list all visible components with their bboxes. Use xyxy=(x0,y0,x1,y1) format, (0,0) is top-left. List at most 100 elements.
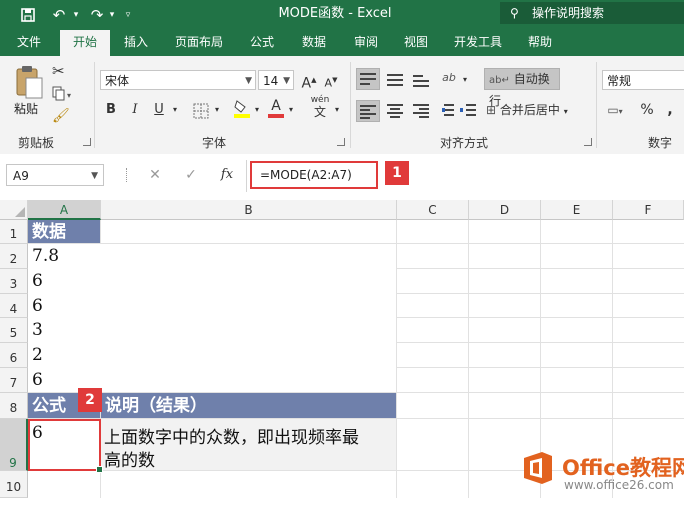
align-left-button[interactable] xyxy=(356,100,380,122)
active-cell-selection[interactable] xyxy=(28,419,103,473)
number-format-select[interactable]: 常规 xyxy=(602,70,684,90)
row-header-6[interactable]: 6 xyxy=(0,343,28,368)
formula-bar-grip[interactable] xyxy=(126,168,130,182)
row-header-8[interactable]: 8 xyxy=(0,393,28,419)
worksheet-grid[interactable]: A B C D E F 1 2 3 4 5 6 7 8 9 10 数据 7.8 … xyxy=(0,200,684,498)
cut-icon[interactable]: ✂ xyxy=(52,62,65,80)
tab-view[interactable]: 视图 xyxy=(394,30,438,56)
fill-color-dropdown-icon[interactable]: ▾ xyxy=(252,100,262,122)
clipboard-launcher-icon[interactable] xyxy=(83,138,91,146)
tab-formulas[interactable]: 公式 xyxy=(240,30,284,56)
enter-icon[interactable]: ✓ xyxy=(180,164,202,186)
copy-icon[interactable]: ▾ xyxy=(52,86,76,102)
name-box-value: A9 xyxy=(13,169,29,183)
underline-button[interactable]: U xyxy=(150,100,168,122)
fill-handle[interactable] xyxy=(96,466,103,473)
tab-file[interactable]: 文件 xyxy=(8,30,50,56)
phonetic-dropdown-icon[interactable]: ▾ xyxy=(332,100,342,122)
orientation-dropdown-icon[interactable]: ▾ xyxy=(460,70,470,92)
undo-icon[interactable]: ↶ xyxy=(48,0,70,30)
cell-a1[interactable]: 数据 xyxy=(28,220,100,243)
row-header-1[interactable]: 1 xyxy=(0,220,28,244)
tab-page-layout[interactable]: 页面布局 xyxy=(166,30,232,56)
paste-button[interactable] xyxy=(14,64,44,100)
tab-data[interactable]: 数据 xyxy=(292,30,336,56)
font-group-label: 字体 xyxy=(202,136,227,150)
decrease-indent-button[interactable] xyxy=(436,100,456,122)
column-header-f[interactable]: F xyxy=(613,200,684,220)
tab-insert[interactable]: 插入 xyxy=(114,30,158,56)
column-header-a[interactable]: A xyxy=(28,200,101,220)
paste-label[interactable]: 粘贴 xyxy=(14,100,38,117)
formula-input[interactable]: =MODE(A2:A7) xyxy=(250,161,378,189)
row-header-9[interactable]: 9 xyxy=(0,419,28,471)
format-painter-icon[interactable]: 🖌 xyxy=(52,108,70,124)
align-top-button[interactable] xyxy=(356,68,380,90)
redo-icon[interactable]: ↷ xyxy=(86,0,108,30)
cell-a2[interactable]: 7.8 xyxy=(32,246,59,266)
tell-me-search[interactable]: ⚲ 操作说明搜索 xyxy=(500,2,684,24)
tab-help[interactable]: 帮助 xyxy=(518,30,562,56)
align-center-button[interactable] xyxy=(384,100,408,122)
row-header-3[interactable]: 3 xyxy=(0,269,28,294)
row-header-2[interactable]: 2 xyxy=(0,244,28,269)
column-header-d[interactable]: D xyxy=(469,200,541,220)
shrink-font-button[interactable]: A▼ xyxy=(322,70,340,92)
accounting-icon: ▭ xyxy=(607,103,619,117)
accounting-format-button[interactable]: ▭▾ xyxy=(602,100,628,122)
wrap-text-button[interactable]: ab↵ 自动换行 xyxy=(484,68,560,108)
italic-button[interactable]: I xyxy=(126,100,144,122)
grow-font-button[interactable]: A▲ xyxy=(300,70,318,92)
font-color-dropdown-icon[interactable]: ▾ xyxy=(286,100,296,122)
font-color-button[interactable]: A xyxy=(266,98,286,120)
align-middle-button[interactable] xyxy=(384,68,408,90)
increase-indent-button[interactable] xyxy=(458,100,478,122)
bold-button[interactable]: B xyxy=(102,100,120,122)
cell-a5[interactable]: 3 xyxy=(32,320,43,340)
customize-toolbar-icon[interactable]: ▿ xyxy=(122,0,134,30)
font-launcher-icon[interactable] xyxy=(337,138,345,146)
phonetic-button[interactable]: wén 文 xyxy=(308,94,332,118)
select-all-corner[interactable] xyxy=(0,200,28,220)
align-right-button[interactable] xyxy=(410,100,434,122)
column-header-b[interactable]: B xyxy=(101,200,397,220)
cell-a4[interactable]: 6 xyxy=(32,296,43,316)
watermark-url: www.office26.com xyxy=(564,478,674,492)
cell-b8[interactable]: 说明（结果） xyxy=(101,393,396,418)
column-header-e[interactable]: E xyxy=(541,200,613,220)
cell-b9-line-2[interactable]: 高的数 xyxy=(104,446,155,471)
underline-dropdown-icon[interactable]: ▾ xyxy=(170,100,180,122)
tab-home[interactable]: 开始 xyxy=(60,30,110,56)
tab-developer[interactable]: 开发工具 xyxy=(446,30,510,56)
undo-dropdown-icon[interactable]: ▾ xyxy=(70,0,82,30)
borders-button[interactable] xyxy=(190,100,212,122)
align-bottom-icon xyxy=(413,71,431,87)
font-name-select[interactable]: 宋体 ▼ xyxy=(100,70,256,90)
cell-a6[interactable]: 2 xyxy=(32,345,43,365)
alignment-launcher-icon[interactable] xyxy=(584,138,592,146)
column-header-c[interactable]: C xyxy=(397,200,469,220)
align-middle-icon xyxy=(387,71,405,87)
redo-dropdown-icon[interactable]: ▾ xyxy=(106,0,118,30)
row-header-4[interactable]: 4 xyxy=(0,294,28,318)
cancel-icon[interactable]: ✕ xyxy=(144,164,166,186)
fill-color-button[interactable] xyxy=(232,98,252,120)
tab-review[interactable]: 审阅 xyxy=(344,30,388,56)
cell-a7[interactable]: 6 xyxy=(32,370,43,390)
comma-style-button[interactable]: , xyxy=(662,100,678,122)
borders-dropdown-icon[interactable]: ▾ xyxy=(212,100,222,122)
percent-style-button[interactable]: % xyxy=(638,100,656,122)
cell-a3[interactable]: 6 xyxy=(32,271,43,291)
merge-center-button[interactable]: ⊞ 合并后居中 ▾ xyxy=(486,100,586,122)
row-header-5[interactable]: 5 xyxy=(0,318,28,343)
orientation-button[interactable]: ab xyxy=(438,68,460,90)
ribbon: 粘贴 ✂ ▾ 🖌 剪贴板 宋体 ▼ 14 ▼ A▲ A▼ B I U ▾ ▾ ▾… xyxy=(0,56,684,155)
name-box[interactable]: A9 ▼ xyxy=(6,164,104,186)
save-icon[interactable] xyxy=(16,0,40,30)
insert-function-icon[interactable]: fx xyxy=(216,164,238,186)
font-size-select[interactable]: 14 ▼ xyxy=(258,70,294,90)
align-bottom-button[interactable] xyxy=(410,68,434,90)
row-header-7[interactable]: 7 xyxy=(0,368,28,393)
row-header-10[interactable]: 10 xyxy=(0,471,28,498)
cell-b9-line-1[interactable]: 上面数字中的众数，即出现频率最 xyxy=(104,423,359,448)
